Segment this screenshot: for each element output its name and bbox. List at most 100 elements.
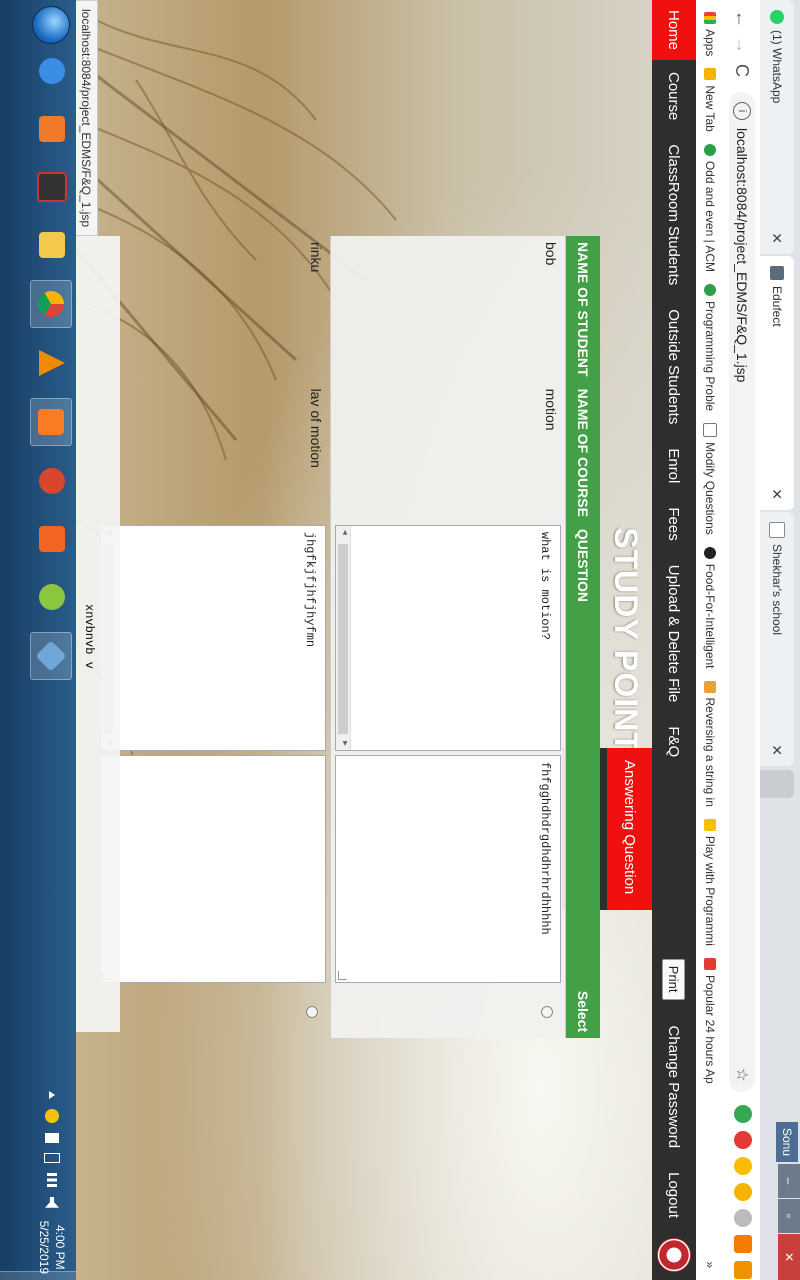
taskbar-pdf-button[interactable]	[32, 458, 72, 504]
extension-yellow-icon[interactable]	[734, 1183, 752, 1201]
bookmark-programming[interactable]: Programming Proble	[703, 284, 717, 411]
nav-classroom-students[interactable]: ClassRoom Students	[652, 132, 696, 297]
forward-arrow-icon[interactable]: →	[731, 36, 752, 54]
taskbar-chrome-button[interactable]	[30, 280, 72, 328]
taskbar-plus-button[interactable]	[32, 574, 72, 620]
question-textarea[interactable]: what is motion? ◀ ▶	[335, 524, 561, 751]
tab-whatsapp[interactable]: (1) WhatsApp ✕	[760, 0, 794, 254]
taskbar-recorder-button[interactable]	[32, 516, 72, 562]
taskbar-virtualbox-button[interactable]	[30, 632, 72, 680]
student-name-cell: rinku	[96, 236, 331, 383]
tab-edufect[interactable]: Edufect ✕	[760, 256, 794, 510]
print-button[interactable]: Print	[662, 958, 686, 1000]
close-window-button[interactable]: ✕	[778, 1234, 800, 1280]
answer-cell: fhfgghdhdrgdhdhrhrdhhhhh	[330, 752, 566, 985]
close-icon[interactable]: ✕	[769, 738, 786, 756]
x-icon	[704, 957, 716, 970]
bookmark-play-programming[interactable]: Play with Programmi	[703, 818, 717, 946]
nav-course[interactable]: Course	[652, 60, 696, 132]
ie-icon	[39, 58, 65, 84]
extension-grey-icon[interactable]	[734, 1209, 752, 1227]
address-bar-row: ← → C i localhost:8084/project_EDMS/F&Q_…	[723, 0, 760, 1280]
select-radio[interactable]	[541, 1005, 553, 1018]
bookmark-reversing-string[interactable]: Reversing a string in	[703, 680, 717, 807]
clock-time: 4:00 PM	[53, 1224, 67, 1270]
nav-outside-students[interactable]: Outside Students	[652, 297, 696, 436]
document-icon	[769, 522, 785, 538]
reload-icon[interactable]: C	[731, 64, 752, 77]
select-radio[interactable]	[306, 1005, 318, 1018]
bookmark-label: Odd and even | ACM	[703, 160, 717, 273]
taskbar-vlc-button[interactable]	[32, 340, 72, 386]
nav-logout[interactable]: Logout	[652, 1160, 696, 1230]
select-cell	[330, 984, 566, 1039]
hackerrank-icon	[704, 143, 716, 156]
taskbar-apps	[30, 48, 72, 692]
volume-icon[interactable]	[45, 1197, 59, 1211]
profile-button[interactable]: Sonu	[776, 1121, 798, 1162]
bookmark-apps[interactable]: Apps	[703, 12, 717, 56]
nav-enrol[interactable]: Enrol	[652, 436, 696, 495]
nav-home[interactable]: Home	[652, 0, 696, 60]
header-course: NAME OF COURSE	[565, 382, 600, 523]
system-clock[interactable]: 4:00 PM 5/25/2019	[36, 1221, 68, 1274]
bookmark-star-icon[interactable]: ☆	[732, 1068, 752, 1082]
header-answer	[565, 752, 600, 985]
close-icon[interactable]: ✕	[769, 482, 786, 500]
info-icon[interactable]: i	[733, 102, 751, 120]
minimize-button[interactable]: –	[778, 1164, 800, 1198]
answer-textarea[interactable]	[100, 754, 326, 983]
bookmark-label: Modify Questions	[703, 442, 717, 535]
bookmark-modify-questions[interactable]: Modify Questions	[703, 423, 717, 535]
extension-box-icon[interactable]	[734, 1261, 752, 1279]
taskbar-capture-button[interactable]	[32, 106, 72, 152]
bookmark-icon	[704, 818, 716, 831]
bookmark-popular-24[interactable]: Popular 24 hours Ap	[703, 957, 717, 1084]
menu-item-answering-question[interactable]: Answering Question	[607, 748, 652, 910]
recorder-icon	[39, 526, 65, 552]
scroll-right-icon[interactable]: ▶	[340, 741, 350, 746]
xampp-icon	[38, 409, 64, 435]
taskbar-notepad-button[interactable]	[32, 222, 72, 268]
maximize-button[interactable]: ▫	[778, 1199, 800, 1233]
extension-green-icon[interactable]	[734, 1105, 752, 1123]
question-textarea[interactable]: jhgfkjfjhfjhyfmn ◀▶	[100, 524, 326, 751]
signal-icon[interactable]	[47, 1172, 57, 1187]
scroll-left-icon[interactable]: ◀	[340, 530, 350, 535]
scrollbar-thumb[interactable]	[338, 543, 348, 734]
start-button[interactable]	[32, 6, 70, 44]
close-icon[interactable]: ✕	[769, 226, 786, 244]
extension-icons	[734, 1105, 752, 1280]
tray-expand-icon[interactable]	[49, 1090, 55, 1099]
flag-icon[interactable]	[45, 1132, 59, 1143]
nav-upload-delete-file[interactable]: Upload & Delete File	[652, 553, 696, 715]
tray-app-icon[interactable]	[45, 1108, 59, 1123]
taskbar-game-button[interactable]	[32, 164, 72, 210]
battery-icon[interactable]	[44, 1152, 60, 1163]
bookmark-new-tab[interactable]: New Tab	[703, 68, 717, 132]
plus-app-icon	[39, 584, 65, 610]
extension-orange-icon[interactable]	[734, 1235, 752, 1253]
edufect-icon	[770, 266, 784, 280]
bookmark-food-for-intelligent[interactable]: Food-For-Intelligent	[703, 546, 717, 669]
nav-faq[interactable]: F&Q	[652, 714, 696, 769]
taskbar-xampp-button[interactable]	[30, 398, 72, 446]
nav-change-password[interactable]: Change Password	[652, 1014, 696, 1161]
back-arrow-icon[interactable]: ←	[731, 10, 752, 28]
question-text: what is motion?	[538, 531, 552, 640]
student-name-cell: bob	[330, 236, 566, 383]
extension-search-icon[interactable]	[734, 1157, 752, 1175]
tab-shekhars-school[interactable]: Shekhar's school ✕	[760, 512, 794, 766]
bookmarks-overflow-button[interactable]: »	[703, 1261, 717, 1268]
answer-textarea[interactable]: fhfgghdhdrgdhdhrhrdhhhhh	[335, 754, 561, 983]
taskbar-ie-button[interactable]	[32, 48, 72, 94]
horizontal-scrollbar[interactable]: ◀▶	[336, 525, 351, 750]
nav-fees[interactable]: Fees	[652, 495, 696, 552]
partial-question-text: xnvbnvb v	[82, 604, 96, 669]
extension-red-icon[interactable]	[734, 1131, 752, 1149]
show-desktop-button[interactable]	[0, 1271, 76, 1280]
bookmark-odd-even[interactable]: Odd and even | ACM	[703, 143, 717, 273]
hackerrank-icon	[704, 284, 716, 297]
new-tab-button[interactable]	[760, 770, 794, 798]
url-field[interactable]: i localhost:8084/project_EDMS/F&Q_1.jsp …	[729, 92, 755, 1092]
